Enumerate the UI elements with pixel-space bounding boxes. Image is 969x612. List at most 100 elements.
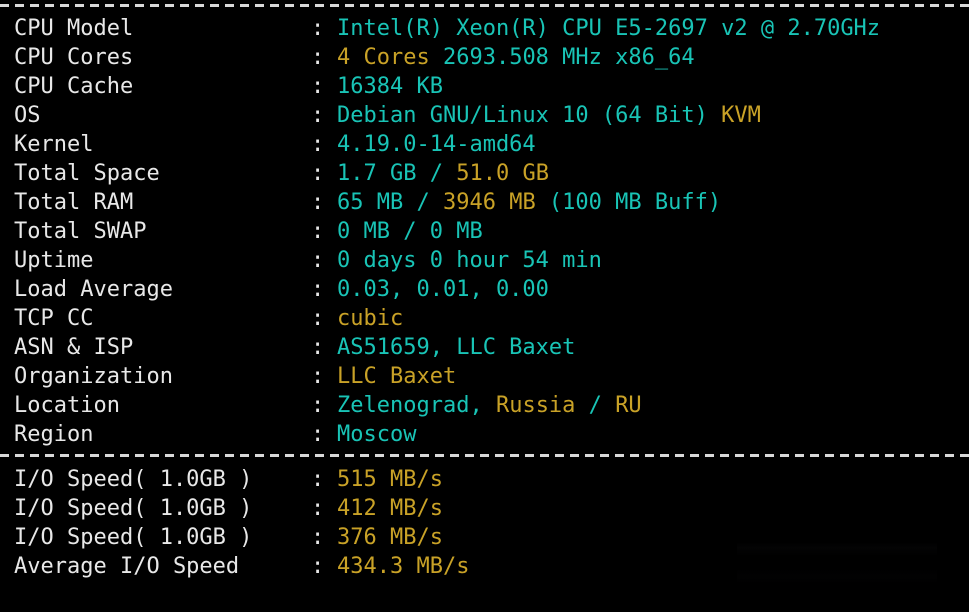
info-row-value: AS51659, LLC Baxet [337,333,969,362]
info-row-label: Load Average [14,277,173,302]
info-row-value-segment: 0 MB / 0 MB [337,219,483,244]
info-row: I/O Speed( 1.0GB ):412 MB/s [14,494,969,523]
info-row-value: 0.03, 0.01, 0.00 [337,275,969,304]
info-row-colon: : [311,277,325,302]
info-row: Location: Zelenograd, Russia / RU [14,391,969,420]
info-row-value: 412 MB/s [337,494,969,523]
info-row-value: 0 MB / 0 MB [337,217,969,246]
info-row-value-segment: 0 days 0 hour 54 min [337,248,602,273]
info-row-value: 0 days 0 hour 54 min [337,246,969,275]
info-row-label: ASN & ISP [14,335,134,360]
info-row-colon: : [311,219,325,244]
info-row-value-segment: 376 MB/s [337,525,443,550]
top-separator [0,4,969,7]
info-row-value: Moscow [337,420,969,449]
info-row-label: I/O Speed( 1.0GB ) [14,467,253,492]
info-row: Total RAM:65 MB / 3946 MB (100 MB Buff) [14,188,969,217]
info-row-colon: : [311,103,325,128]
info-row-colon: : [311,364,325,389]
info-row-value: Debian GNU/Linux 10 (64 Bit) KVM [337,101,969,130]
info-row-value: 434.3 MB/s [337,552,969,581]
info-row-label: Total RAM [14,190,134,215]
info-row-colon: : [311,45,325,70]
info-row-value-segment: 65 MB / [337,190,443,215]
info-row-label: Average I/O Speed [14,554,240,579]
info-row-value-segment: Moscow [337,422,417,447]
info-row: I/O Speed( 1.0GB ):515 MB/s [14,465,969,494]
info-row-label: OS [14,103,41,128]
info-row-value: cubic [337,304,969,333]
info-row-value: 16384 KB [337,72,969,101]
info-row-label: CPU Cores [14,45,134,70]
info-row-value-segment: / [575,393,616,418]
info-row-value: 515 MB/s [337,465,969,494]
info-row-colon: : [311,190,325,215]
info-row-value-segment: Zelenograd, [337,393,496,418]
info-row: ASN & ISP: AS51659, LLC Baxet [14,333,969,362]
io-test-block: I/O Speed( 1.0GB ):515 MB/s I/O Speed( 1.… [0,465,969,581]
info-row-value-segment: 1.7 GB / [337,161,457,186]
info-row-value: 65 MB / 3946 MB (100 MB Buff) [337,188,969,217]
info-row-colon: : [311,132,325,157]
info-row-label: CPU Cache [14,74,134,99]
info-row: Total SWAP:0 MB / 0 MB [14,217,969,246]
info-row-value-segment: Intel(R) Xeon(R) CPU E5-2697 v2 @ 2.70GH… [337,16,881,41]
info-row: TCP CC: cubic [14,304,969,333]
terminal-window: CPU Model: Intel(R) Xeon(R) CPU E5-2697 v… [0,4,969,612]
info-row-label: Total Space [14,161,160,186]
info-row-value-segment: 434.3 MB/s [337,554,470,579]
info-row-value-segment: RU [615,393,642,418]
info-row: I/O Speed( 1.0GB ):376 MB/s [14,523,969,552]
info-row-value-segment: 515 MB/s [337,467,443,492]
info-row-value-segment: 2693.508 MHz x86_64 [442,45,695,70]
info-row-value-segment: KVM [721,103,761,128]
info-row-value-segment: 412 MB/s [337,496,443,521]
info-row-value-segment: 0.03, 0.01, 0.00 [337,277,549,302]
info-row-value: Zelenograd, Russia / RU [337,391,969,420]
info-row-colon: : [311,335,325,360]
info-row-label: Location [14,393,120,418]
info-row-colon: : [311,306,325,331]
info-row-value-segment: Russia [495,393,576,418]
info-row: CPU Cache:16384 KB [14,72,969,101]
info-row: Average I/O Speed:434.3 MB/s [14,552,969,581]
info-row: Load Average:0.03, 0.01, 0.00 [14,275,969,304]
info-row-label: Uptime [14,248,94,273]
info-row-colon: : [311,248,325,273]
info-row-colon: : [311,554,325,579]
info-row-label: TCP CC [14,306,94,331]
info-row: Uptime:0 days 0 hour 54 min [14,246,969,275]
info-row: Total Space:1.7 GB / 51.0 GB [14,159,969,188]
info-row-label: Kernel [14,132,94,157]
info-row-value-segment: Debian GNU/Linux 10 (64 Bit) [337,103,722,128]
info-row-value-segment: 4 Cores [337,45,443,70]
info-row-colon: : [311,74,325,99]
info-row: OS: Debian GNU/Linux 10 (64 Bit) KVM [14,101,969,130]
info-row-value-segment: (100 MB Buff) [535,190,722,215]
info-row-colon: : [311,16,325,41]
info-row-value-segment: cubic [337,306,404,331]
info-row-colon: : [311,525,325,550]
info-row-value-segment: AS51659, LLC Baxet [337,335,576,360]
info-row: Kernel:4.19.0-14-amd64 [14,130,969,159]
system-info-rows: CPU Model: Intel(R) Xeon(R) CPU E5-2697 v… [14,14,969,449]
info-row-value: 376 MB/s [337,523,969,552]
info-row-colon: : [311,393,325,418]
info-row-label: CPU Model [14,16,134,41]
info-row-value: Intel(R) Xeon(R) CPU E5-2697 v2 @ 2.70GH… [337,14,969,43]
info-row-value-segment: 3946 MB [442,190,536,215]
info-row-colon: : [311,161,325,186]
info-row: Region: Moscow [14,420,969,449]
info-row-value-segment: LLC Baxet [337,364,457,389]
info-row-value: 4 Cores 2693.508 MHz x86_64 [337,43,969,72]
info-row-value-segment: 4.19.0-14-amd64 [337,132,536,157]
info-row: Organization: LLC Baxet [14,362,969,391]
info-row-label: Region [14,422,94,447]
info-row: CPU Cores:4 Cores 2693.508 MHz x86_64 [14,43,969,72]
info-row-label: Organization [14,364,173,389]
info-row-value-segment: 16384 KB [337,74,443,99]
info-row-colon: : [311,467,325,492]
info-row-colon: : [311,422,325,447]
system-info-block: CPU Model: Intel(R) Xeon(R) CPU E5-2697 v… [0,14,969,449]
info-row-value: 4.19.0-14-amd64 [337,130,969,159]
